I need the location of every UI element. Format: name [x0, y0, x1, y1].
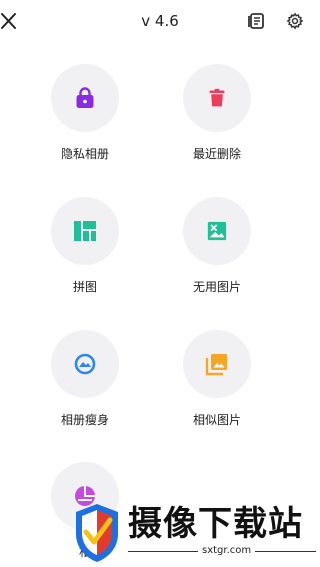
- tool-useless-images[interactable]: 无用图片: [167, 197, 267, 295]
- similar-images-icon: [205, 354, 227, 376]
- watermark: 摄像下载站 sxtgr.com: [66, 500, 320, 567]
- tool-label: 隐私相册: [60, 147, 109, 161]
- tool-similar-images[interactable]: 相似图片: [167, 330, 267, 428]
- book-icon: [248, 13, 264, 29]
- tool-icon-circle: [183, 197, 251, 265]
- lock-icon: [76, 87, 94, 108]
- tool-recently-deleted[interactable]: 最近删除: [167, 64, 267, 162]
- trash-icon: [209, 88, 225, 107]
- gear-icon: [286, 12, 304, 30]
- settings-button[interactable]: [286, 12, 304, 30]
- top-bar: v 4.6: [0, 0, 320, 44]
- tool-icon-circle: [51, 330, 119, 398]
- tool-icon-circle: [183, 64, 251, 132]
- tool-collage[interactable]: 拼图: [35, 197, 135, 295]
- tool-icon-circle: [183, 330, 251, 398]
- tool-label: 相册瘦身: [60, 413, 109, 427]
- tool-label: 拼图: [72, 280, 97, 294]
- tool-private-album[interactable]: 隐私相册: [35, 64, 135, 162]
- shield-logo-icon: [76, 504, 118, 562]
- tool-label: 相似图片: [192, 413, 241, 427]
- tool-label: 无用图片: [192, 280, 241, 294]
- broken-image-icon: [207, 221, 227, 241]
- tool-label: 最近删除: [192, 147, 241, 161]
- collage-icon: [74, 221, 96, 241]
- version-title: v 4.6: [141, 12, 179, 30]
- watermark-brand: 摄像下载站: [128, 504, 303, 544]
- tool-album-slimming[interactable]: 相册瘦身: [35, 330, 135, 428]
- watermark-url: sxtgr.com: [198, 545, 256, 556]
- tool-icon-circle: [51, 64, 119, 132]
- tool-icon-circle: [51, 197, 119, 265]
- help-button[interactable]: [248, 12, 266, 30]
- slim-icon: [74, 353, 96, 375]
